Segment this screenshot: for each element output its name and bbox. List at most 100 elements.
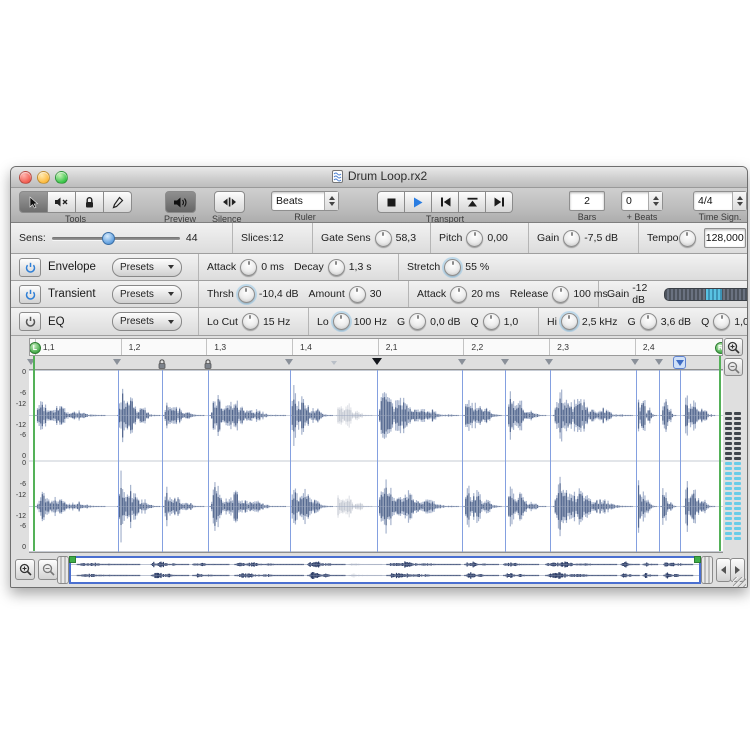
eq-hi-q-knob[interactable] xyxy=(713,313,730,330)
overview-zoom-out-button[interactable] xyxy=(38,559,58,580)
timesig-stepper[interactable]: 4/4 xyxy=(693,191,747,211)
bar-slice-marker[interactable] xyxy=(372,358,382,365)
envelope-header: Envelope Presets xyxy=(11,254,199,280)
sens-slider-track[interactable] xyxy=(52,237,180,240)
eq-power-button[interactable] xyxy=(19,312,41,331)
slice-marker[interactable] xyxy=(285,359,293,365)
preview-button[interactable] xyxy=(165,191,196,213)
envelope-presets-dropdown[interactable]: Presets xyxy=(112,258,182,277)
tools-group: Tools xyxy=(19,191,132,224)
overview-visible-range[interactable] xyxy=(69,556,701,584)
stepper-arrows-icon[interactable] xyxy=(324,192,338,210)
db-tick-label: -12 xyxy=(16,492,26,499)
title-bar[interactable]: Drum Loop.rx2 xyxy=(11,167,747,188)
eq-lo-q-knob[interactable] xyxy=(483,313,500,330)
meter-segment xyxy=(725,487,732,490)
stretch-knob[interactable] xyxy=(444,259,461,276)
overview-left-locator[interactable] xyxy=(69,556,76,563)
slice-marker[interactable] xyxy=(113,359,121,365)
arrow-tool-button[interactable] xyxy=(19,191,48,213)
transient-power-button[interactable] xyxy=(19,285,41,304)
sens-slider[interactable] xyxy=(52,232,180,245)
trans-attack-knob[interactable] xyxy=(450,286,467,303)
locut-knob[interactable] xyxy=(242,313,259,330)
meter-segment xyxy=(725,522,732,525)
db-tick-label: 0 xyxy=(22,369,26,376)
play-button[interactable] xyxy=(405,191,432,213)
stop-button[interactable] xyxy=(377,191,405,213)
pitch-label: Pitch xyxy=(439,232,462,244)
thrsh-knob[interactable] xyxy=(238,286,255,303)
transient-header: Transient Presets xyxy=(11,281,199,307)
eq-hi-gain-value: 3,6 dB xyxy=(661,316,691,328)
ruler-units-select[interactable]: Beats xyxy=(271,191,339,211)
left-locator-badge[interactable]: L xyxy=(29,342,41,354)
gate-sens-knob[interactable] xyxy=(375,230,392,247)
zoom-out-icon xyxy=(42,563,55,576)
stepper-arrows-icon[interactable] xyxy=(732,192,746,210)
slice-marker[interactable] xyxy=(631,359,639,365)
go-to-end-button[interactable] xyxy=(486,191,513,213)
db-tick-label: -12 xyxy=(16,401,26,408)
slice-marker[interactable] xyxy=(545,359,553,365)
go-to-start-button[interactable] xyxy=(432,191,459,213)
eq-hi-knob[interactable] xyxy=(561,313,578,330)
presets-label: Presets xyxy=(120,289,154,300)
stepper-arrows-icon[interactable] xyxy=(648,192,662,210)
eq-hi-gain-knob[interactable] xyxy=(640,313,657,330)
envelope-power-button[interactable] xyxy=(19,258,41,277)
db-tick-label: -6 xyxy=(20,432,26,439)
right-locator-line[interactable] xyxy=(719,356,721,551)
slices-section: Slices: 12 xyxy=(233,223,313,253)
window-resize-grip[interactable] xyxy=(733,577,746,588)
meter-segment xyxy=(734,497,741,500)
release-knob[interactable] xyxy=(552,286,569,303)
sens-slider-thumb[interactable] xyxy=(102,232,115,245)
zoom-in-button[interactable] xyxy=(724,338,743,356)
eq-hi-value: 2,5 kHz xyxy=(582,316,618,328)
eq-lo-q-value: 1,0 xyxy=(504,316,519,328)
slice-marker[interactable] xyxy=(458,359,466,365)
overview-right-locator[interactable] xyxy=(694,556,701,563)
overview-zoom-in-button[interactable] xyxy=(15,559,35,580)
window-title-area: Drum Loop.rx2 xyxy=(11,169,747,183)
zoom-in-icon xyxy=(727,341,740,354)
transient-gain-meter[interactable] xyxy=(664,288,748,301)
transient-presets-dropdown[interactable]: Presets xyxy=(112,285,182,304)
meter-segment xyxy=(725,527,732,530)
amount-knob[interactable] xyxy=(349,286,366,303)
scroll-handle-left[interactable] xyxy=(57,556,69,584)
hidden-slice-marker[interactable] xyxy=(331,361,337,365)
bar-beat-ruler[interactable]: 1,11,21,31,42,12,22,32,4LR xyxy=(29,338,723,356)
waveform-display[interactable] xyxy=(29,369,723,553)
selected-slice-marker[interactable] xyxy=(673,356,686,369)
eq-lo-knob[interactable] xyxy=(333,313,350,330)
pitch-knob[interactable] xyxy=(466,230,483,247)
slice-marker[interactable] xyxy=(655,359,663,365)
env-decay-knob[interactable] xyxy=(328,259,345,276)
eq-lo-gain-knob[interactable] xyxy=(409,313,426,330)
preview-group: Preview xyxy=(164,191,196,224)
silence-selection-button[interactable] xyxy=(214,191,245,213)
scroll-left-button[interactable] xyxy=(716,558,731,582)
left-locator-line[interactable] xyxy=(33,356,35,551)
eq-presets-dropdown[interactable]: Presets xyxy=(112,312,182,331)
mute-tool-button[interactable] xyxy=(48,191,76,213)
tempo-knob[interactable] xyxy=(679,230,696,247)
stop-at-end-button[interactable] xyxy=(459,191,486,213)
sens-label: Sens: xyxy=(19,232,46,244)
env-attack-knob[interactable] xyxy=(240,259,257,276)
lock-tool-button[interactable] xyxy=(76,191,104,213)
tempo-field[interactable]: 128,000 xyxy=(704,228,746,248)
beats-stepper[interactable]: 0 xyxy=(621,191,663,211)
slice-marker[interactable] xyxy=(501,359,509,365)
eq-row: EQ Presets Lo Cut 15 Hz Lo 100 Hz G 0,0 … xyxy=(11,308,747,336)
zoom-out-button[interactable] xyxy=(724,358,743,376)
slice-marker-strip[interactable] xyxy=(29,356,723,369)
bars-field[interactable]: 2 xyxy=(569,191,605,211)
pencil-tool-button[interactable] xyxy=(104,191,132,213)
right-locator-badge[interactable]: R xyxy=(715,342,723,354)
eq-lo-value: 100 Hz xyxy=(354,316,387,328)
gain-knob[interactable] xyxy=(563,230,580,247)
scroll-handle-right[interactable] xyxy=(701,556,713,584)
